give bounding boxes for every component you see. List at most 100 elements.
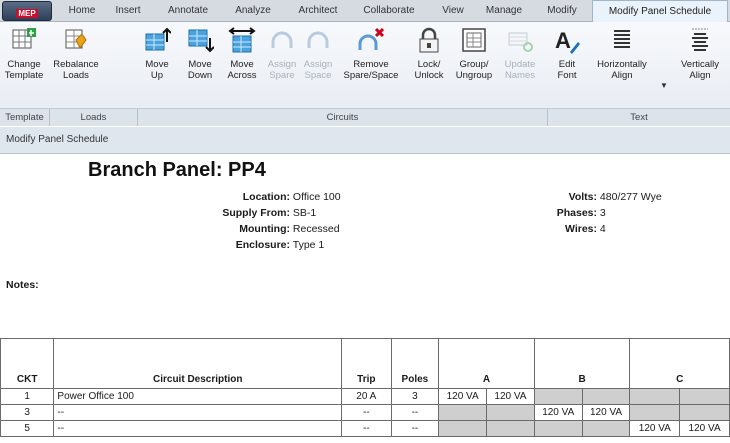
phase-b-load-cell[interactable]: 120 VA bbox=[533, 404, 583, 421]
ribbon-group-bar: Template Loads Circuits Text bbox=[0, 108, 730, 126]
description-cell[interactable]: Power Office 100 bbox=[53, 388, 343, 405]
mounting-label: Mounting: bbox=[239, 223, 290, 235]
table-row[interactable]: 1 Power Office 100 20 A 3 120 VA 120 VA bbox=[0, 388, 730, 405]
tab-analyze[interactable]: Analyze bbox=[228, 0, 278, 22]
description-cell[interactable]: -- bbox=[53, 404, 343, 421]
panel-schedule-sheet: Branch Panel: PP4 Location: Office 100 S… bbox=[0, 155, 730, 443]
header-ckt: CKT bbox=[0, 338, 55, 389]
svg-text:A: A bbox=[555, 28, 571, 53]
phase-b-load-cell[interactable] bbox=[533, 420, 583, 437]
rebalance-loads-label: Rebalance Loads bbox=[53, 59, 99, 81]
phase-c-load-cell[interactable] bbox=[679, 388, 730, 405]
application-menu-button[interactable]: MEP bbox=[2, 1, 52, 21]
tab-architect[interactable]: Architect bbox=[292, 0, 344, 22]
vertically-align-button[interactable]: Vertically Align bbox=[672, 26, 728, 100]
tab-modify-panel-schedule[interactable]: Modify Panel Schedule bbox=[592, 0, 728, 23]
horizontally-align-dropdown-icon[interactable]: ▼ bbox=[660, 81, 668, 90]
phase-a-load-cell[interactable]: 120 VA bbox=[486, 388, 535, 405]
header-phase-c: C bbox=[629, 338, 730, 389]
move-up-button[interactable]: Move Up bbox=[140, 26, 174, 100]
phase-c-load-cell[interactable] bbox=[629, 388, 681, 405]
notes-label: Notes: bbox=[6, 279, 39, 291]
move-down-button[interactable]: Move Down bbox=[182, 26, 218, 100]
location-value: Office 100 bbox=[292, 191, 341, 203]
tab-home[interactable]: Home bbox=[60, 0, 104, 22]
poles-cell[interactable]: -- bbox=[390, 404, 440, 421]
update-names-label: Update Names bbox=[504, 59, 536, 81]
remove-spare-space-button[interactable]: Remove Spare/Space bbox=[340, 26, 402, 100]
supply-from-label: Supply From: bbox=[222, 207, 290, 219]
horizontally-align-button[interactable]: Horizontally Align bbox=[592, 26, 652, 100]
edit-font-button[interactable]: A Edit Font bbox=[552, 26, 582, 100]
wires-value: 4 bbox=[599, 223, 606, 235]
rebalance-loads-button[interactable]: Rebalance Loads bbox=[52, 26, 100, 100]
poles-cell[interactable]: -- bbox=[390, 420, 440, 437]
group-ungroup-label: Group/ Ungroup bbox=[455, 59, 493, 81]
header-poles: Poles bbox=[390, 338, 440, 389]
poles-cell[interactable]: 3 bbox=[390, 388, 440, 405]
tab-view[interactable]: View bbox=[436, 0, 470, 22]
phase-c-load-cell[interactable] bbox=[679, 404, 730, 421]
tab-insert[interactable]: Insert bbox=[108, 0, 148, 22]
phase-a-load-cell[interactable] bbox=[438, 420, 488, 437]
ckt-cell[interactable]: 1 bbox=[0, 388, 55, 405]
tab-manage[interactable]: Manage bbox=[480, 0, 528, 22]
phase-c-load-cell[interactable]: 120 VA bbox=[679, 420, 730, 437]
mounting-value: Recessed bbox=[292, 223, 340, 235]
group-circuits-label: Circuits bbox=[138, 109, 548, 126]
trip-cell[interactable]: 20 A bbox=[341, 388, 392, 405]
volts-label: Volts: bbox=[568, 191, 597, 203]
phase-a-load-cell[interactable] bbox=[486, 404, 535, 421]
phase-a-load-cell[interactable] bbox=[486, 420, 535, 437]
phase-c-load-cell[interactable]: 120 VA bbox=[629, 420, 681, 437]
phase-b-load-cell[interactable] bbox=[581, 420, 631, 437]
change-template-icon bbox=[12, 28, 36, 49]
ckt-cell[interactable]: 3 bbox=[0, 404, 55, 421]
phase-a-load-cell[interactable]: 120 VA bbox=[438, 388, 488, 405]
volts-value: 480/277 Wye bbox=[599, 191, 662, 203]
assign-space-button[interactable]: Assign Space bbox=[300, 26, 336, 100]
header-trip: Trip bbox=[341, 338, 392, 389]
phase-b-load-cell[interactable]: 120 VA bbox=[581, 404, 631, 421]
remove-spare-space-icon bbox=[358, 27, 385, 50]
phase-b-load-cell[interactable] bbox=[581, 388, 631, 405]
tab-collaborate[interactable]: Collaborate bbox=[356, 0, 422, 22]
move-across-button[interactable]: Move Across bbox=[222, 26, 262, 100]
tab-modify[interactable]: Modify bbox=[540, 0, 584, 22]
wires-label: Wires: bbox=[565, 223, 597, 235]
lock-unlock-button[interactable]: Lock/ Unlock bbox=[408, 26, 450, 100]
rebalance-loads-icon bbox=[65, 29, 87, 49]
phase-c-load-cell[interactable] bbox=[629, 404, 681, 421]
header-circuit-description: Circuit Description bbox=[53, 338, 343, 389]
phases-label: Phases: bbox=[556, 207, 597, 219]
assign-spare-button[interactable]: Assign Spare bbox=[264, 26, 300, 100]
group-loads-label: Loads bbox=[50, 109, 138, 126]
ckt-cell[interactable]: 5 bbox=[0, 420, 55, 437]
assign-space-icon bbox=[307, 31, 329, 48]
context-bar: Modify Panel Schedule bbox=[0, 127, 730, 154]
update-names-button[interactable]: Update Names bbox=[498, 26, 542, 100]
trip-cell[interactable]: -- bbox=[341, 420, 392, 437]
location-label: Location: bbox=[242, 191, 290, 203]
phases-value: 3 bbox=[599, 207, 606, 219]
phase-a-load-cell[interactable] bbox=[438, 404, 488, 421]
change-template-button[interactable]: Change Template bbox=[2, 26, 46, 100]
vertical-align-icon bbox=[692, 28, 708, 51]
supply-from-value: SB-1 bbox=[292, 207, 317, 219]
description-cell[interactable]: -- bbox=[53, 420, 343, 437]
group-ungroup-icon bbox=[462, 28, 486, 52]
table-row[interactable]: 3 -- -- -- 120 VA 120 VA bbox=[0, 404, 730, 421]
tab-annotate[interactable]: Annotate bbox=[162, 0, 214, 22]
lock-icon bbox=[419, 27, 439, 53]
lock-unlock-label: Lock/ Unlock bbox=[414, 59, 444, 81]
group-ungroup-button[interactable]: Group/ Ungroup bbox=[452, 26, 496, 100]
assign-spare-label: Assign Spare bbox=[267, 59, 297, 81]
table-row[interactable]: 5 -- -- -- 120 VA 120 VA bbox=[0, 420, 730, 437]
move-up-icon bbox=[145, 27, 171, 51]
panel-title: Branch Panel: PP4 bbox=[88, 159, 266, 181]
phase-b-load-cell[interactable] bbox=[533, 388, 583, 405]
trip-cell[interactable]: -- bbox=[341, 404, 392, 421]
move-down-icon bbox=[188, 29, 214, 53]
edit-font-label: Edit Font bbox=[557, 59, 577, 81]
move-across-icon bbox=[228, 27, 256, 53]
